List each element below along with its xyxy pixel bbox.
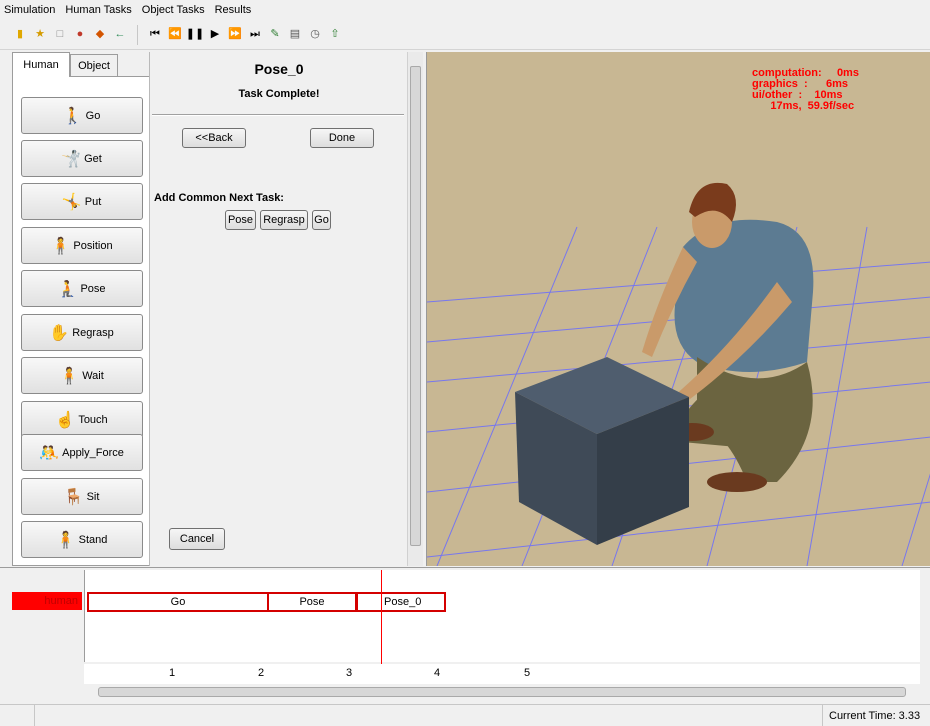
- task-button-put[interactable]: 🤸 Put: [21, 183, 143, 220]
- scrollbar-thumb[interactable]: [410, 66, 421, 546]
- next-task-regrasp-button[interactable]: Regrasp: [260, 210, 308, 230]
- human-task-list: 🚶 Go 🤺 Get 🤸 Put 🧍 Position 🧎 Pose ✋ Regrasp 🧍…: [12, 76, 150, 566]
- task-button-touch[interactable]: ☝ Touch: [21, 401, 143, 438]
- scrollbar-thumb[interactable]: [98, 687, 906, 697]
- performance-stats: computation: 0ms graphics : 6ms ui/other…: [752, 67, 859, 112]
- timeline-track-area[interactable]: Go Pose Pose_0: [84, 570, 920, 666]
- edit-icon[interactable]: ✎: [267, 26, 283, 44]
- timeline-horizontal-scrollbar[interactable]: [84, 684, 920, 700]
- task-label: Position: [73, 239, 113, 252]
- task-status: Task Complete!: [238, 88, 320, 100]
- skip-to-start-icon[interactable]: ⏮: [147, 26, 163, 44]
- task-title: Pose_0: [254, 61, 304, 77]
- apply-force-icon: 🤼: [39, 444, 60, 462]
- task-label: Pose: [80, 282, 106, 295]
- task-button-wait[interactable]: 🧍 Wait: [21, 357, 143, 394]
- save-icon[interactable]: ●: [72, 26, 88, 44]
- menu-object-tasks[interactable]: Object Tasks: [142, 0, 211, 20]
- open-icon[interactable]: ★: [32, 26, 48, 44]
- task-button-get[interactable]: 🤺 Get: [21, 140, 143, 177]
- tab-human[interactable]: Human: [12, 52, 70, 77]
- timeline-panel: human Go Pose Pose_0 1 2 3 4 5: [0, 567, 930, 702]
- walk-icon: 🚶: [62, 107, 83, 125]
- put-icon: 🤸: [61, 193, 82, 211]
- current-time: Current Time: 3.33: [822, 705, 930, 726]
- clock-icon[interactable]: ◷: [307, 26, 323, 44]
- import-icon[interactable]: ◆: [92, 26, 108, 44]
- tab-object[interactable]: Object: [70, 54, 118, 76]
- tick-label: 4: [434, 667, 441, 679]
- get-icon: 🤺: [61, 150, 82, 168]
- timeline-ruler: 1 2 3 4 5: [84, 664, 920, 684]
- timeline-block-pose-0[interactable]: Pose_0: [356, 592, 446, 612]
- timeline-cursor[interactable]: [381, 570, 382, 666]
- wait-icon: 🧍: [59, 367, 80, 385]
- task-label: Regrasp: [72, 326, 114, 339]
- timeline-block-go[interactable]: Go: [87, 592, 269, 612]
- next-task-label: Add Common Next Task:: [154, 192, 284, 204]
- task-label: Wait: [82, 369, 104, 382]
- play-icon[interactable]: ▶: [207, 26, 223, 44]
- task-button-apply-force[interactable]: 🤼 Apply_Force: [21, 434, 143, 471]
- task-label: Go: [85, 109, 101, 122]
- task-label: Apply_Force: [62, 446, 124, 459]
- task-button-position[interactable]: 🧍 Position: [21, 227, 143, 264]
- undo-arrow-icon[interactable]: ←: [112, 26, 128, 44]
- scene: [427, 182, 930, 566]
- tick-label: 2: [258, 667, 265, 679]
- toolbar: ▮ ★ □ ● ◆ ← ⏮ ⏪ ❚❚ ▶ ⏩ ⏭ ✎ ▤ ◷ ⇧: [0, 20, 930, 50]
- task-button-regrasp[interactable]: ✋ Regrasp: [21, 314, 143, 351]
- export-icon[interactable]: ⇧: [327, 26, 343, 44]
- new-file-icon[interactable]: □: [52, 26, 68, 44]
- rewind-icon[interactable]: ⏪: [167, 26, 183, 44]
- next-task-pose-button[interactable]: Pose: [225, 210, 256, 230]
- menu-results[interactable]: Results: [215, 0, 258, 20]
- timeline-block-pose[interactable]: Pose: [267, 592, 357, 612]
- task-label: Stand: [78, 533, 108, 546]
- open-folder-icon[interactable]: ▮: [12, 26, 28, 44]
- task-label: Touch: [78, 413, 108, 426]
- stand-icon: 🧍: [55, 531, 76, 549]
- 3d-viewport[interactable]: computation: 0ms graphics : 6ms ui/other…: [426, 52, 930, 566]
- menu-simulation[interactable]: Simulation: [4, 0, 61, 20]
- task-palette: Human Object 🚶 Go 🤺 Get 🤸 Put 🧍 Position 🧎 Po…: [6, 52, 150, 566]
- back-button[interactable]: <<Back: [182, 128, 246, 148]
- status-divider: [34, 705, 35, 726]
- timeline-vertical-scrollbar[interactable]: [920, 570, 930, 662]
- toolbar-separator: [137, 24, 138, 45]
- timeline-actor-label: human: [12, 592, 82, 610]
- task-label: Get: [84, 152, 102, 165]
- task-label: Put: [84, 195, 102, 208]
- report-icon[interactable]: ▤: [287, 26, 303, 44]
- tick-label: 1: [169, 667, 176, 679]
- next-task-go-button[interactable]: Go: [312, 210, 331, 230]
- divider: [152, 114, 404, 116]
- task-detail-panel: Pose_0 Task Complete! <<Back Done Add Co…: [149, 52, 407, 566]
- sit-icon: 🪑: [63, 488, 84, 506]
- task-button-sit[interactable]: 🪑 Sit: [21, 478, 143, 515]
- pause-icon[interactable]: ❚❚: [186, 26, 204, 44]
- pose-icon: 🧎: [57, 280, 78, 298]
- skip-to-end-icon[interactable]: ⏭: [247, 26, 263, 44]
- task-button-pose[interactable]: 🧎 Pose: [21, 270, 143, 307]
- tick-label: 3: [346, 667, 353, 679]
- task-panel-scrollbar[interactable]: [407, 52, 423, 566]
- task-button-stand[interactable]: 🧍 Stand: [21, 521, 143, 558]
- regrasp-icon: ✋: [49, 324, 70, 342]
- tick-label: 5: [524, 667, 531, 679]
- task-button-go[interactable]: 🚶 Go: [21, 97, 143, 134]
- cancel-button[interactable]: Cancel: [169, 528, 225, 550]
- fast-forward-icon[interactable]: ⏩: [227, 26, 243, 44]
- touch-icon: ☝: [55, 411, 76, 429]
- status-bar: Current Time: 3.33: [0, 704, 930, 726]
- done-button[interactable]: Done: [310, 128, 374, 148]
- task-label: Sit: [86, 490, 100, 503]
- menu-human-tasks[interactable]: Human Tasks: [65, 0, 137, 20]
- position-icon: 🧍: [50, 237, 71, 255]
- menu-bar: Simulation Human Tasks Object Tasks Resu…: [0, 0, 930, 20]
